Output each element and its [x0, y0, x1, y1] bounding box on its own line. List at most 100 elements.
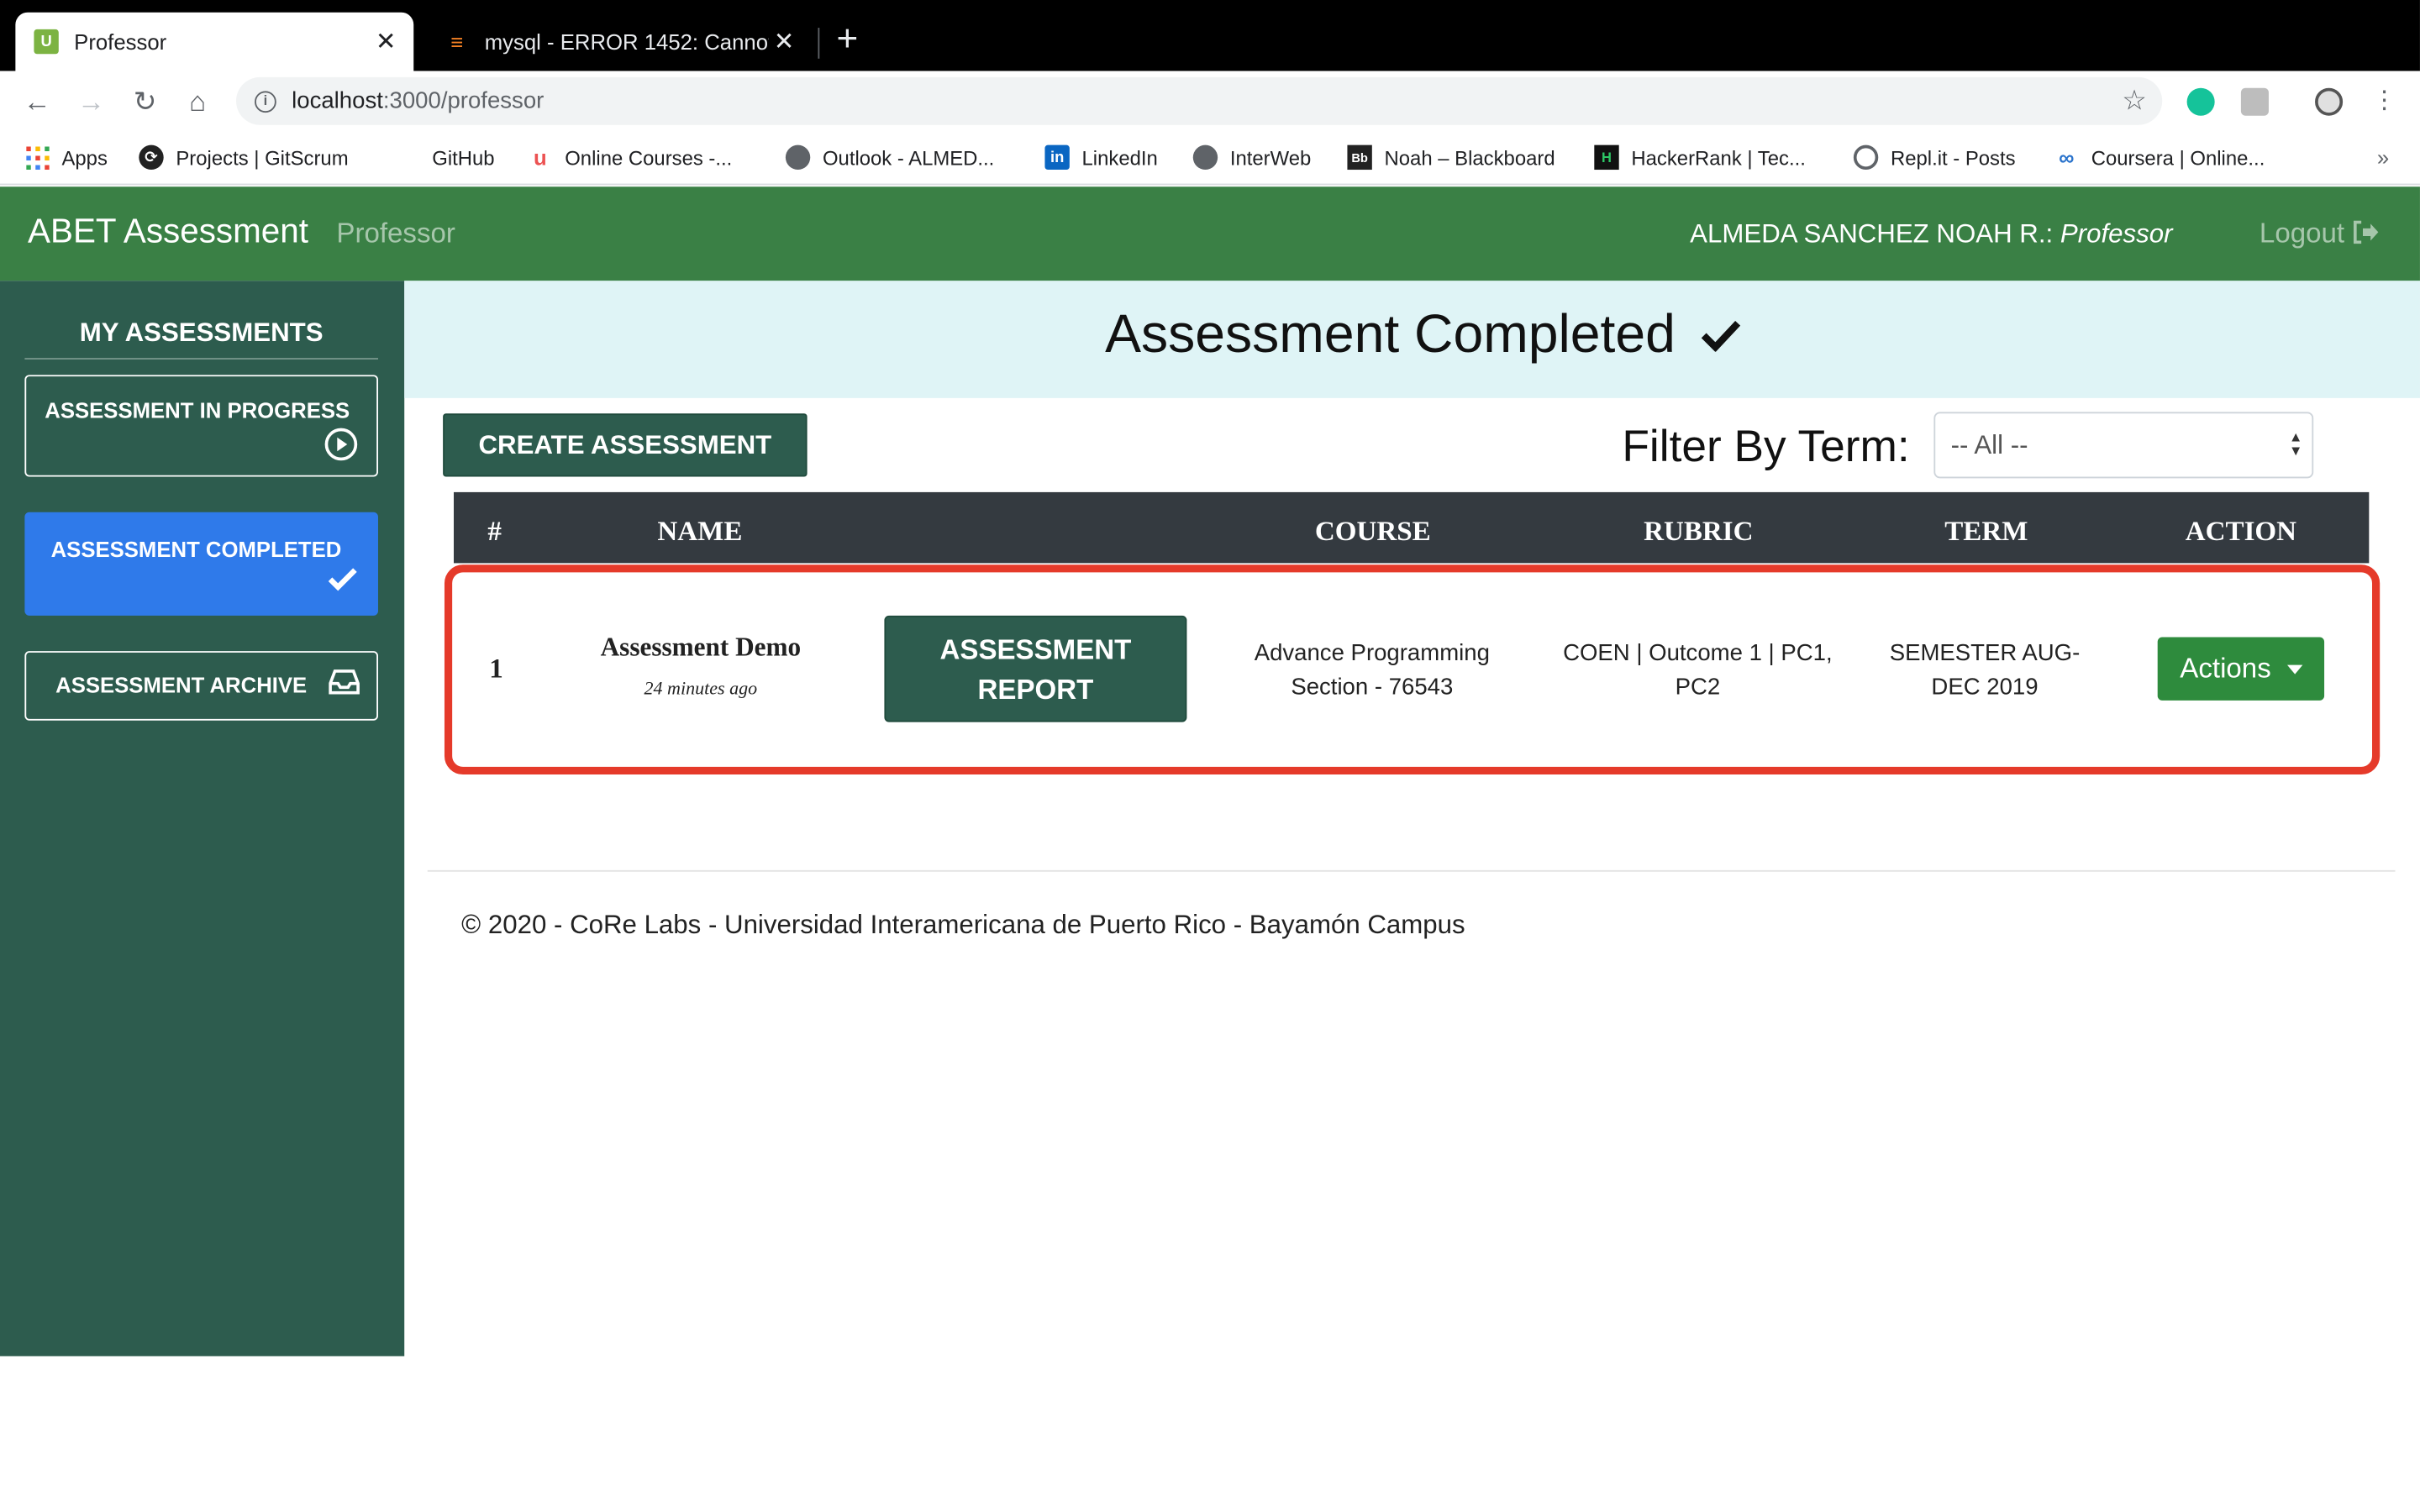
- replit-icon: [1853, 144, 1879, 171]
- column-header-name: NAME: [657, 515, 743, 547]
- sidebar-item-archive[interactable]: ASSESSMENT ARCHIVE: [24, 651, 378, 721]
- apps-grid-icon: [24, 145, 49, 170]
- footer-text: © 2020 - CoRe Labs - Universidad Interam…: [461, 910, 1465, 940]
- menu-kebab-icon[interactable]: ⋮: [2366, 83, 2403, 120]
- assessment-name: Assessment Demo: [600, 633, 802, 662]
- row-course-cell: Advance Programming Section - 76543: [1234, 638, 1509, 706]
- bookmark-label: LinkedIn: [1081, 145, 1158, 170]
- browser-tab-professor[interactable]: U Professor ✕: [15, 12, 414, 71]
- browser-tab-strip: U Professor ✕ ≡ mysql - ERROR 1452: Cann…: [0, 0, 2420, 71]
- bookmark-label: Apps: [61, 145, 108, 170]
- column-header-course: COURSE: [1314, 515, 1431, 547]
- url-text[interactable]: localhost:3000/professor: [292, 88, 2122, 114]
- report-label-line1: ASSESSMENT: [939, 633, 1132, 665]
- hackerrank-icon: H: [1594, 144, 1619, 171]
- report-label-line2: REPORT: [977, 674, 1094, 706]
- bookmark-label: Online Courses -...: [565, 145, 733, 170]
- back-arrow-icon[interactable]: ←: [18, 83, 55, 120]
- filter-term-label: Filter By Term:: [1622, 423, 1910, 473]
- reload-icon[interactable]: ↻: [127, 83, 164, 120]
- row-rubric-cell: COEN | Outcome 1 | PC1, PC2: [1551, 638, 1844, 706]
- tab-title: Professor: [74, 29, 167, 55]
- check-icon: [328, 568, 357, 591]
- site-info-icon[interactable]: i: [255, 90, 276, 113]
- app-navbar: ABET Assessment Professor ALMEDA SANCHEZ…: [0, 186, 2420, 281]
- course-line2: Section - 76543: [1291, 674, 1454, 701]
- forward-arrow-icon[interactable]: →: [72, 83, 109, 120]
- bookmark-blackboard[interactable]: Bb Noah – Blackboard: [1347, 144, 1555, 171]
- bookmark-coursera[interactable]: ∞ Coursera | Online...: [2054, 145, 2265, 170]
- sidebar-item-in-progress[interactable]: ASSESSMENT IN PROGRESS: [24, 375, 378, 477]
- actions-dropdown-button[interactable]: Actions: [2157, 637, 2325, 701]
- extension-icon[interactable]: [2240, 87, 2269, 116]
- sidebar-item-label: ASSESSMENT IN PROGRESS: [45, 397, 350, 423]
- logout-link[interactable]: Logout: [2260, 218, 2380, 250]
- filter-selected-value: -- All --: [1950, 429, 2028, 459]
- more-bookmarks-icon[interactable]: »: [2377, 145, 2389, 170]
- bookmark-outlook[interactable]: Outlook - ALMED...: [785, 144, 995, 171]
- sidebar-item-label: ASSESSMENT COMPLETED: [50, 537, 342, 562]
- bookmark-label: Noah – Blackboard: [1384, 145, 1555, 170]
- bookmark-label: Coursera | Online...: [2091, 145, 2265, 170]
- bookmark-label: Outlook - ALMED...: [822, 145, 995, 170]
- bookmark-label: Projects | GitScrum: [176, 145, 349, 170]
- browser-tab-mysql[interactable]: ≡ mysql - ERROR 1452: Cannot a ✕: [426, 13, 812, 71]
- term-line2: DEC 2019: [1931, 674, 2039, 701]
- new-tab-icon[interactable]: +: [836, 21, 858, 59]
- sidebar-item-label: ASSESSMENT ARCHIVE: [55, 672, 308, 698]
- table-header: # NAME COURSE RUBRIC TERM ACTION: [453, 491, 2370, 564]
- blackboard-icon: Bb: [1347, 144, 1372, 171]
- bookmark-apps[interactable]: Apps: [24, 145, 108, 170]
- bookmark-linkedin[interactable]: in LinkedIn: [1044, 144, 1158, 171]
- bookmark-label: GitHub: [432, 145, 495, 170]
- profile-avatar-icon[interactable]: [2315, 87, 2344, 116]
- assessment-report-button[interactable]: ASSESSMENT REPORT: [884, 615, 1187, 722]
- brand-title[interactable]: ABET Assessment: [28, 212, 308, 252]
- logout-label: Logout: [2259, 217, 2345, 249]
- sidebar-title: MY ASSESSMENTS: [24, 318, 378, 360]
- select-arrows-icon: ▲ ▼: [2288, 428, 2303, 459]
- close-tab-icon[interactable]: ✕: [769, 26, 800, 57]
- gitscrum-icon: ⟳: [139, 144, 164, 171]
- row-name-cell: Assessment Demo 24 minutes ago: [581, 633, 822, 701]
- sidebar-item-completed[interactable]: ASSESSMENT COMPLETED: [24, 512, 378, 616]
- user-role: Professor: [2060, 218, 2173, 249]
- page-title-text: Assessment Completed: [1105, 303, 1676, 365]
- udemy-icon: u: [533, 144, 547, 171]
- bookmark-udemy[interactable]: u Online Courses -...: [528, 145, 732, 170]
- bookmark-replit[interactable]: Repl.it - Posts: [1853, 144, 2016, 171]
- bookmark-interweb[interactable]: InterWeb: [1192, 144, 1312, 171]
- bookmark-star-icon[interactable]: ☆: [2122, 85, 2147, 118]
- create-assessment-button[interactable]: CREATE ASSESSMENT: [443, 413, 808, 477]
- term-line1: SEMESTER AUG-: [1889, 640, 2081, 667]
- page-title: Assessment Completed: [1105, 304, 1740, 365]
- coursera-icon: ∞: [2059, 144, 2075, 171]
- bookmark-hackerrank[interactable]: H HackerRank | Tec...: [1594, 144, 1806, 171]
- nav-link-professor[interactable]: Professor: [336, 218, 455, 250]
- footer-divider: [427, 869, 2396, 872]
- bookmark-github[interactable]: GitHub: [395, 145, 494, 170]
- sidebar: MY ASSESSMENTS ASSESSMENT IN PROGRESS AS…: [0, 281, 405, 1357]
- home-icon[interactable]: ⌂: [179, 83, 216, 120]
- assessment-time: 24 minutes ago: [644, 677, 758, 700]
- linkedin-icon: in: [1044, 144, 1070, 171]
- globe-icon: [785, 144, 811, 171]
- tab-divider: [818, 28, 820, 59]
- filter-term-select[interactable]: -- All -- ▲ ▼: [1933, 412, 2314, 479]
- grammarly-extension-icon[interactable]: [2186, 87, 2215, 116]
- page-banner: Assessment Completed: [404, 281, 2420, 398]
- check-icon: [1701, 320, 1740, 352]
- app-favicon-icon: U: [34, 29, 59, 55]
- stackoverflow-icon: ≡: [450, 29, 464, 55]
- close-tab-icon[interactable]: ✕: [371, 26, 402, 57]
- bookmark-label: InterWeb: [1229, 145, 1312, 170]
- globe-icon: [1192, 144, 1218, 171]
- user-name: ALMEDA SANCHEZ NOAH R.:: [1690, 218, 2054, 249]
- browser-toolbar: ← → ↻ ⌂ i localhost:3000/professor ☆ ⋮: [0, 71, 2420, 133]
- course-line1: Advance Programming: [1254, 640, 1490, 667]
- address-bar[interactable]: i localhost:3000/professor ☆: [236, 76, 2163, 125]
- bookmark-gitscrum[interactable]: ⟳ Projects | GitScrum: [139, 144, 349, 171]
- user-info: ALMEDA SANCHEZ NOAH R.: Professor: [1690, 219, 2172, 250]
- github-icon: [395, 145, 419, 170]
- rubric-line1: COEN | Outcome 1 | PC1,: [1563, 640, 1833, 667]
